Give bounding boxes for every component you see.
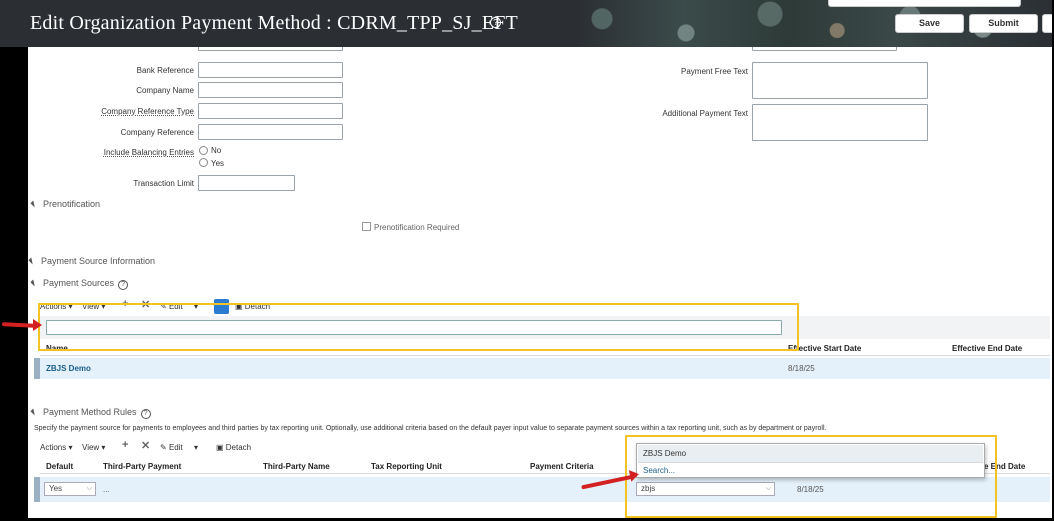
save-button[interactable]: Save	[895, 14, 964, 33]
company-reference-type-input[interactable]	[198, 103, 343, 119]
annotation-arrowhead	[33, 319, 42, 331]
transaction-limit-label: Transaction Limit	[133, 179, 194, 188]
top-field-input[interactable]	[198, 47, 343, 51]
default-select[interactable]: Yes ⌵	[44, 482, 96, 496]
company-reference-label: Company Reference	[120, 128, 194, 137]
collapse-triangle-icon	[28, 257, 36, 265]
radio-yes[interactable]	[199, 158, 208, 167]
radio-no-label: No	[211, 146, 222, 155]
radio-yes-label: Yes	[211, 159, 225, 168]
third-party-payment-cell: ...	[103, 485, 110, 494]
effective-start-cell: 8/18/25	[788, 364, 815, 373]
payment-sources-title: Payment Sources	[43, 278, 115, 288]
collapse-triangle-icon	[30, 279, 38, 287]
help-icon[interactable]: ?	[140, 409, 151, 419]
payment-method-rules-title: Payment Method Rules	[43, 407, 137, 417]
divider	[40, 355, 1050, 356]
row-selector[interactable]	[34, 358, 40, 379]
annotation-arrow	[1, 322, 37, 328]
prenotification-required-label: Prenotification Required	[374, 223, 460, 232]
help-icon[interactable]: ?	[118, 280, 129, 290]
company-reference-input[interactable]	[198, 124, 343, 140]
payment-method-rules-description: Specify the payment source for payments …	[34, 425, 827, 432]
collapse-triangle-icon	[30, 408, 38, 416]
highlight-box	[625, 435, 997, 518]
prenotification-required-checkbox[interactable]	[362, 222, 371, 231]
col-effective-end-date[interactable]: Effective End Date	[952, 344, 1022, 353]
col-effective-start-date[interactable]: Effective Start Date	[788, 344, 861, 353]
col-payment-criteria[interactable]: Payment Criteria	[530, 462, 594, 471]
more-button[interactable]	[1042, 14, 1052, 33]
company-name-label: Company Name	[136, 86, 194, 95]
company-name-input[interactable]	[198, 82, 343, 98]
bank-reference-label: Bank Reference	[136, 66, 194, 75]
prenotification-section[interactable]: Prenotification	[30, 199, 101, 209]
top-right-field-input[interactable]	[752, 47, 897, 51]
payment-method-rules-section[interactable]: Payment Method Rules?	[30, 407, 151, 419]
radio-no[interactable]	[199, 146, 208, 155]
col-third-party-payment[interactable]: Third-Party Payment	[103, 462, 181, 471]
header-decoration	[490, 0, 1050, 47]
col-default[interactable]: Default	[46, 462, 73, 471]
company-reference-type-label: Company Reference Type	[101, 107, 194, 116]
add-icon[interactable]: +	[122, 439, 128, 451]
payment-sources-section[interactable]: Payment Sources?	[30, 278, 129, 290]
additional-payment-text-label: Additional Payment Text	[662, 109, 748, 118]
app-window: Edit Organization Payment Method : CDRM_…	[0, 0, 1054, 521]
col-tax-reporting-unit[interactable]: Tax Reporting Unit	[371, 462, 442, 471]
payment-free-text-label: Payment Free Text	[681, 67, 748, 76]
pmr-view-menu[interactable]: View ▾	[82, 443, 105, 452]
col-third-party-name[interactable]: Third-Party Name	[263, 462, 330, 471]
highlight-box	[38, 303, 799, 351]
payment-source-information-section[interactable]: Payment Source Information	[28, 256, 156, 266]
transaction-limit-input[interactable]	[198, 175, 295, 191]
help-icon[interactable]: ?	[490, 17, 501, 28]
pmr-edit-dropdown[interactable]: ▾	[194, 443, 198, 452]
table-row[interactable]	[34, 358, 1050, 379]
payment-free-text-area[interactable]	[752, 62, 928, 99]
prenotification-title: Prenotification	[43, 199, 101, 209]
payment-source-information-title: Payment Source Information	[41, 256, 156, 266]
additional-payment-text-area[interactable]	[752, 104, 928, 141]
include-balancing-entries-label: Include Balancing Entries	[103, 148, 194, 157]
global-search-strip[interactable]	[828, 0, 1021, 7]
collapse-triangle-icon	[30, 200, 38, 208]
row-selector[interactable]	[34, 477, 40, 502]
pmr-actions-menu[interactable]: Actions ▾	[40, 443, 72, 452]
bank-reference-input[interactable]	[198, 62, 343, 78]
page-header: Edit Organization Payment Method : CDRM_…	[0, 0, 1052, 47]
page-title: Edit Organization Payment Method : CDRM_…	[30, 12, 518, 34]
pmr-detach-button[interactable]: ▣ Detach	[216, 443, 251, 452]
submit-button[interactable]: Submit	[969, 14, 1038, 33]
payment-source-name-link[interactable]: ZBJS Demo	[46, 364, 91, 373]
pmr-edit-button[interactable]: ✎ Edit	[160, 443, 183, 452]
delete-icon[interactable]: ✕	[141, 439, 150, 452]
